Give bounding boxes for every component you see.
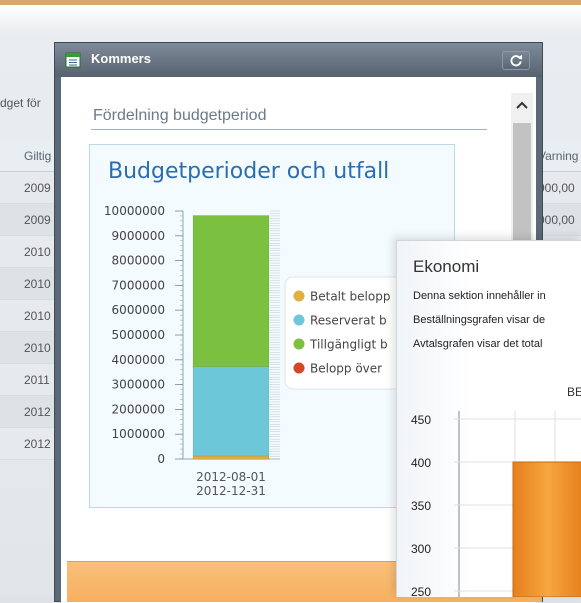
bar-segment	[192, 455, 270, 460]
scroll-up-arrow-icon[interactable]	[511, 93, 533, 117]
y-tick-label: 7000000	[112, 278, 165, 292]
legend-label: Belopp över	[310, 362, 382, 376]
y-tick-label: 10000000	[104, 204, 165, 218]
y-tick-label: 6000000	[112, 303, 165, 317]
background-table-row[interactable]: 2009	[0, 204, 60, 236]
bar-segment	[192, 366, 270, 457]
background-column-header[interactable]: Giltig	[0, 140, 60, 172]
y-tick-label: 2000000	[112, 402, 165, 416]
legend-label: Reserverat b	[310, 314, 387, 328]
y-tick-label: 1000000	[112, 427, 165, 441]
popup-chart-svg: 450 400 350 300 250	[411, 411, 581, 597]
popup-y-tick-label: 250	[411, 585, 431, 597]
background-table-row[interactable]: 2010	[0, 300, 60, 332]
background-table-row[interactable]: 2010	[0, 268, 60, 300]
legend-label: Tillgängligt b	[309, 338, 388, 352]
refresh-icon	[510, 54, 523, 67]
background-table-row[interactable]: 2012	[0, 428, 60, 460]
y-tick-label: 3000000	[112, 378, 165, 392]
legend-swatch	[293, 314, 305, 326]
x-category-label: 2012-12-31	[196, 484, 266, 498]
background-table-row[interactable]: 2011	[0, 364, 60, 396]
popup-y-tick-label: 400	[411, 456, 431, 470]
legend-label: Betalt belopp	[310, 290, 390, 304]
popup-y-tick-label: 350	[411, 499, 431, 513]
background-table-row[interactable]: 2012	[0, 396, 60, 428]
bar-segment	[192, 215, 270, 367]
y-tick-label: 5000000	[112, 328, 165, 342]
y-tick-label: 9000000	[112, 229, 165, 243]
section-title: Fördelning budgetperiod	[93, 107, 267, 124]
background-budget-label: dget för	[0, 96, 41, 110]
background-table-row[interactable]: 2010	[0, 332, 60, 364]
popup-bar	[512, 461, 581, 597]
background-table-row[interactable]: 2009	[0, 172, 60, 204]
document-list-icon	[65, 52, 81, 68]
x-category-label: 2012-08-01	[196, 470, 266, 484]
legend-swatch	[293, 338, 305, 350]
popup-y-tick-label: 450	[411, 413, 431, 427]
legend-swatch	[293, 362, 305, 374]
y-tick-label: 8000000	[112, 254, 165, 268]
y-tick-label: 4000000	[112, 353, 165, 367]
popup-y-tick-label: 300	[411, 542, 431, 556]
y-tick-label: 0	[157, 452, 165, 466]
refresh-button[interactable]	[502, 51, 530, 70]
window-titlebar[interactable]: Kommers	[55, 43, 542, 77]
background-table-left: Giltig 2009 2009 2010 2010 2010 2010 2011 2012 2…	[0, 140, 60, 460]
ekonomi-popup: Ekonomi Denna sektion innehåller in Best…	[396, 240, 581, 597]
section-divider	[91, 129, 487, 130]
window-title: Kommers	[91, 51, 151, 66]
legend-swatch	[293, 290, 305, 302]
background-table-row[interactable]: 2010	[0, 236, 60, 268]
